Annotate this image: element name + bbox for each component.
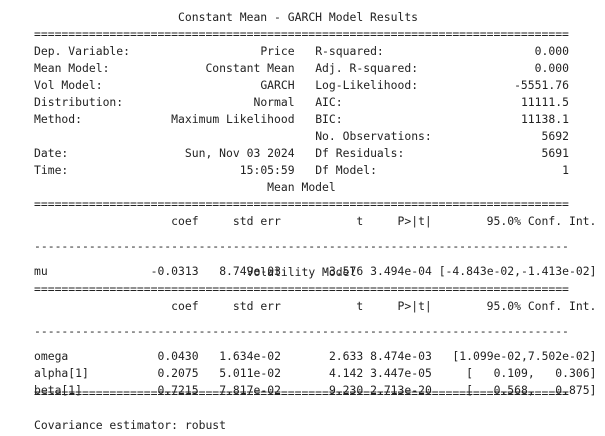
volatility_model-column-headers: coef std err t P>|t| 95.0% Conf. Int. [34,298,596,315]
header-right-value: 11111.5 [520,95,569,109]
column-header: std err [232,214,281,228]
header-right-value: 1 [562,163,569,177]
header-right-label: Log-Likelihood: [315,78,419,92]
header-left-value: GARCH [260,78,295,92]
header-right-label: BIC: [315,112,343,126]
header-row: No. Observations: 5692 [34,128,569,145]
cell-coef: 0.0430 [157,349,199,363]
header-left-value: Maximum Likelihood [171,112,295,126]
header-right-value: 0.000 [534,61,569,75]
separator-double: ========================================… [34,282,569,296]
mean_model-column-headers: coef std err t P>|t| 95.0% Conf. Int. [34,213,596,230]
header-row: Vol Model: GARCH Log-Likelihood: -5551.7… [34,77,569,94]
cell-p: 3.494e-04 [370,264,432,278]
column-header: P>|t| [397,214,432,228]
separator-double: ========================================… [34,386,569,400]
header-left-label: Dep. Variable: [34,44,131,58]
separator-single: ----------------------------------------… [34,324,569,338]
column-header: 95.0% Conf. Int. [486,214,597,228]
header-left-value: Constant Mean [205,61,295,75]
column-header: coef [171,299,199,313]
header-left-label: Vol Model: [34,78,103,92]
header-left-value: Normal [253,95,295,109]
column-header: t [356,214,364,228]
column-header: coef [171,214,199,228]
volatility_model-title-text: Volatility Model [246,265,357,279]
row-name: alpha[1] [34,366,89,380]
header-right-label: No. Observations: [315,129,432,143]
header-right-value: 11138.1 [520,112,569,126]
volatility_model-title: Volatility Model [34,264,357,281]
cell-coef: 0.2075 [157,366,199,380]
cell-t: 4.142 [328,366,364,380]
header-right-label: R-squared: [315,44,384,58]
header-left-label: Time: [34,163,69,177]
header-row: Distribution: Normal AIC: 11111.5 [34,94,569,111]
report-title-text: Constant Mean - GARCH Model Results [178,10,419,24]
coef-row: omega 0.0430 1.634e-02 2.633 8.474e-03 [… [34,348,596,365]
header-right-label: Df Model: [315,163,377,177]
column-header: P>|t| [397,299,432,313]
column-header: t [356,299,364,313]
coef-row: alpha[1] 0.2075 5.011e-02 4.142 3.447e-0… [34,365,596,382]
cell-std-err: 1.634e-02 [219,349,281,363]
header-row: Method: Maximum Likelihood BIC: 11138.1 [34,111,569,128]
cell-p: 3.447e-05 [370,366,432,380]
header-left-label: Mean Model: [34,61,110,75]
covariance-estimator: Covariance estimator: robust [34,418,227,432]
column-header: 95.0% Conf. Int. [486,299,597,313]
cell-ci: [-4.843e-02,-1.413e-02] [438,264,597,278]
header-row: Dep. Variable: Price R-squared: 0.000 [34,43,569,60]
header-row: Time: 15:05:59 Df Model: 1 [34,162,569,179]
report-title: Constant Mean - GARCH Model Results [34,9,418,26]
header-left-label: Distribution: [34,95,124,109]
header-right-value: 0.000 [534,44,569,58]
header-left-value: 15:05:59 [239,163,295,177]
footer: Covariance estimator: robust [34,417,226,434]
mean_model-title: Mean Model [34,179,336,196]
separator-single: ----------------------------------------… [34,239,569,253]
separator-double: ========================================… [34,197,569,211]
header-row: Date: Sun, Nov 03 2024 Df Residuals: 569… [34,145,569,162]
header-left-value: Sun, Nov 03 2024 [184,146,295,160]
cell-p: 8.474e-03 [370,349,432,363]
header-left-label: Date: [34,146,69,160]
cell-std-err: 5.011e-02 [219,366,281,380]
header-right-label: Df Residuals: [315,146,405,160]
header-right-label: Adj. R-squared: [315,61,419,75]
header-left-value: Price [260,44,295,58]
mean_model-title-text: Mean Model [267,180,336,194]
header-right-value: 5691 [541,146,569,160]
header-right-label: AIC: [315,95,343,109]
header-right-value: 5692 [541,129,569,143]
header-right-value: -5551.76 [514,78,569,92]
cell-ci: [ 0.109, 0.306] [466,366,597,380]
cell-t: 2.633 [328,349,364,363]
garch-results-report: Constant Mean - GARCH Model Results =====… [0,0,605,436]
cell-ci: [1.099e-02,7.502e-02] [452,349,597,363]
row-name: omega [34,349,69,363]
separator-double: ========================================… [34,27,569,41]
column-header: std err [232,299,281,313]
header-row: Mean Model: Constant Mean Adj. R-squared… [34,60,569,77]
header-left-label: Method: [34,112,83,126]
